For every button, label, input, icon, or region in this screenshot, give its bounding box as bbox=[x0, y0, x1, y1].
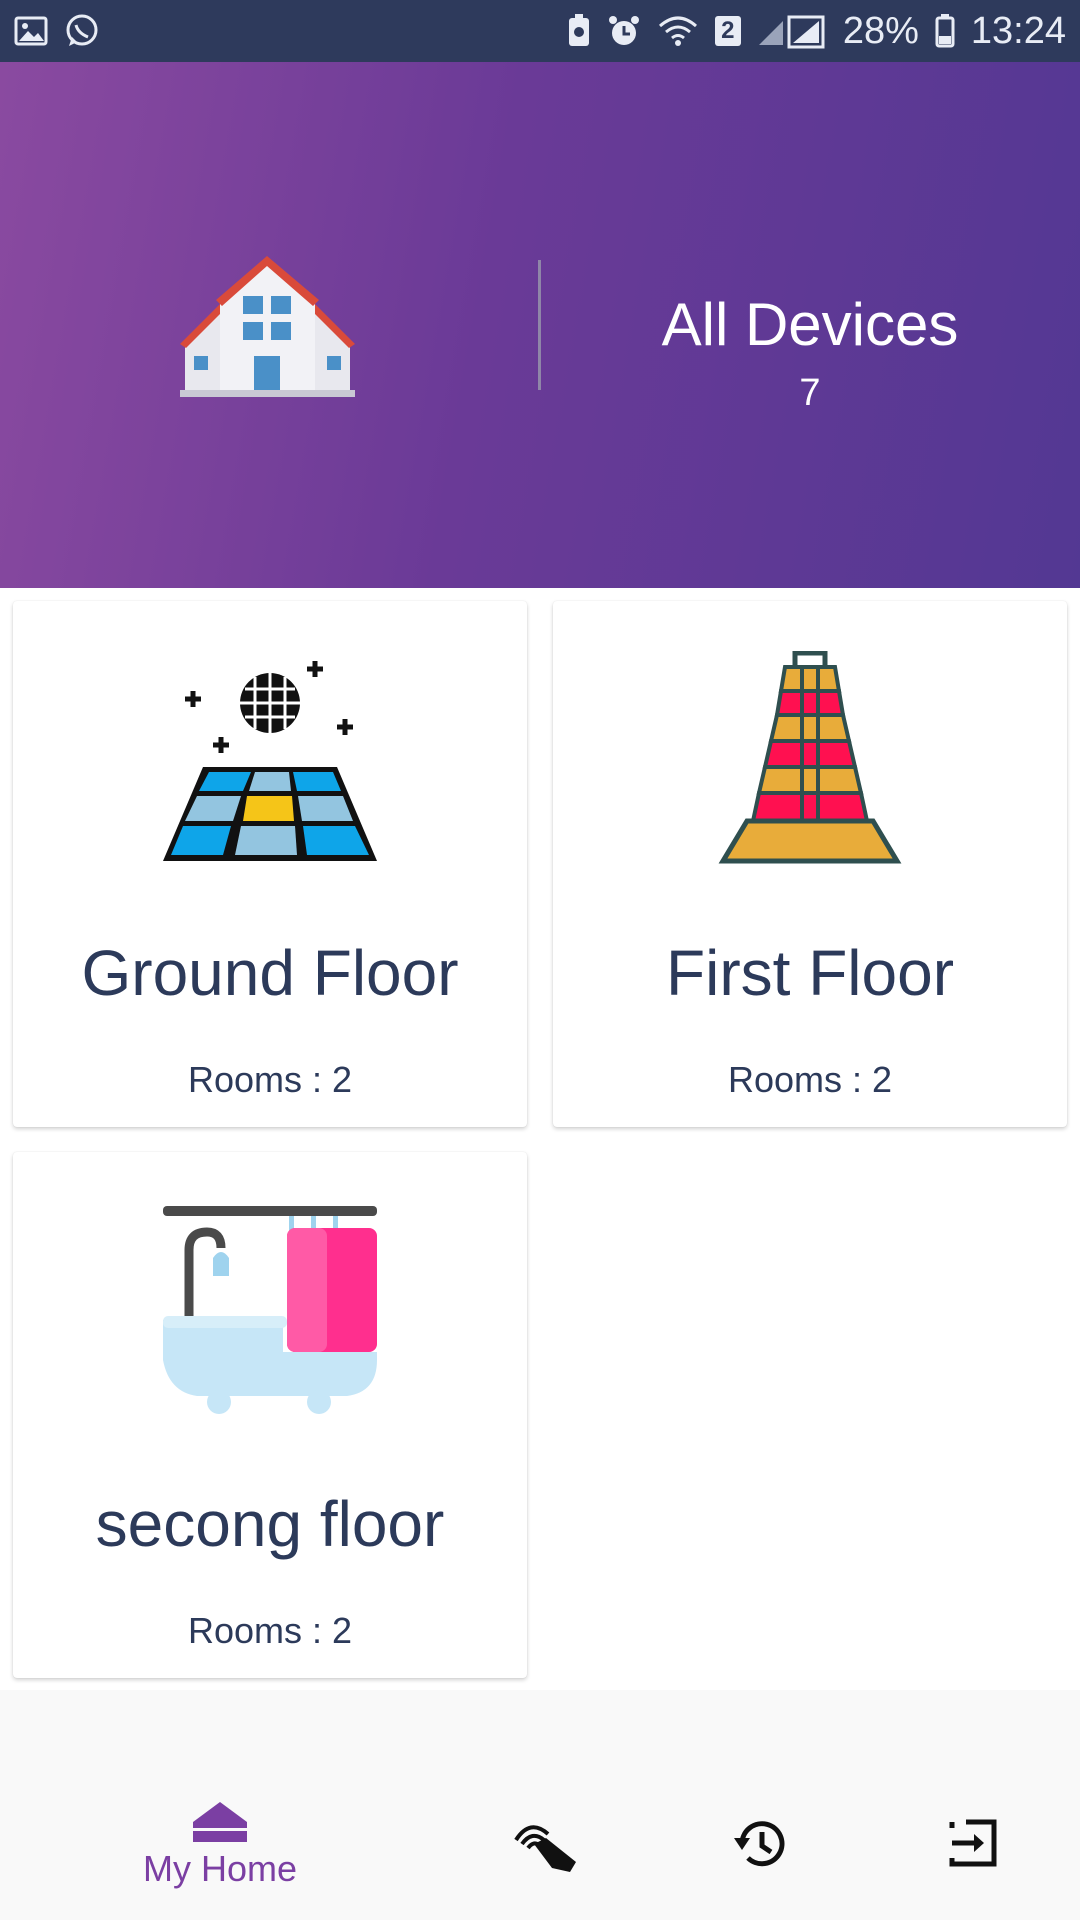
floor-name: First Floor bbox=[666, 937, 954, 1009]
floor-rooms-count: Rooms : 2 bbox=[187, 1610, 353, 1651]
clock: 13:24 bbox=[970, 9, 1066, 52]
home-icon bbox=[193, 1802, 247, 1842]
history-icon bbox=[734, 1821, 785, 1867]
wifi-icon bbox=[657, 14, 699, 48]
nav-logout[interactable] bbox=[948, 1818, 998, 1868]
floor-card-first[interactable]: First Floor Rooms : 2 bbox=[553, 601, 1067, 1127]
alarm-icon bbox=[607, 14, 641, 48]
device-count: 7 bbox=[799, 372, 821, 414]
status-bar: 2 28% 13:24 bbox=[0, 0, 1080, 62]
floor-rooms-count: Rooms : 2 bbox=[187, 1059, 353, 1100]
nav-my-home[interactable]: My Home bbox=[140, 1802, 300, 1890]
nav-history[interactable] bbox=[732, 1816, 788, 1872]
battery-percent: 28% bbox=[842, 9, 919, 52]
floor-card-ground[interactable]: Ground Floor Rooms : 2 bbox=[13, 601, 527, 1127]
floor-name: Ground Floor bbox=[81, 937, 459, 1009]
all-devices-title: All Devices bbox=[661, 291, 959, 358]
all-devices-header[interactable]: All Devices 7 bbox=[0, 62, 1080, 588]
house-icon bbox=[180, 256, 355, 397]
tower-icon bbox=[718, 651, 902, 864]
header-divider bbox=[538, 260, 541, 390]
logout-icon bbox=[949, 1819, 997, 1867]
battery-saver-icon bbox=[567, 14, 591, 48]
nav-my-home-label: My Home bbox=[142, 1848, 298, 1889]
bottom-navigation: My Home bbox=[0, 1690, 1080, 1920]
dance-floor-icon bbox=[163, 661, 377, 861]
signal-icon bbox=[757, 13, 827, 49]
touch-control-icon bbox=[514, 1825, 576, 1872]
floor-rooms-count: Rooms : 2 bbox=[727, 1059, 893, 1100]
battery-icon bbox=[935, 14, 955, 48]
sim-badge: 2 bbox=[714, 16, 741, 46]
nav-touch-control[interactable] bbox=[512, 1818, 578, 1872]
floor-card-second[interactable]: secong floor Rooms : 2 bbox=[13, 1152, 527, 1678]
whatsapp-icon bbox=[64, 13, 100, 49]
floor-name: secong floor bbox=[95, 1488, 445, 1560]
bathroom-icon bbox=[163, 1206, 377, 1414]
image-icon bbox=[14, 15, 48, 47]
